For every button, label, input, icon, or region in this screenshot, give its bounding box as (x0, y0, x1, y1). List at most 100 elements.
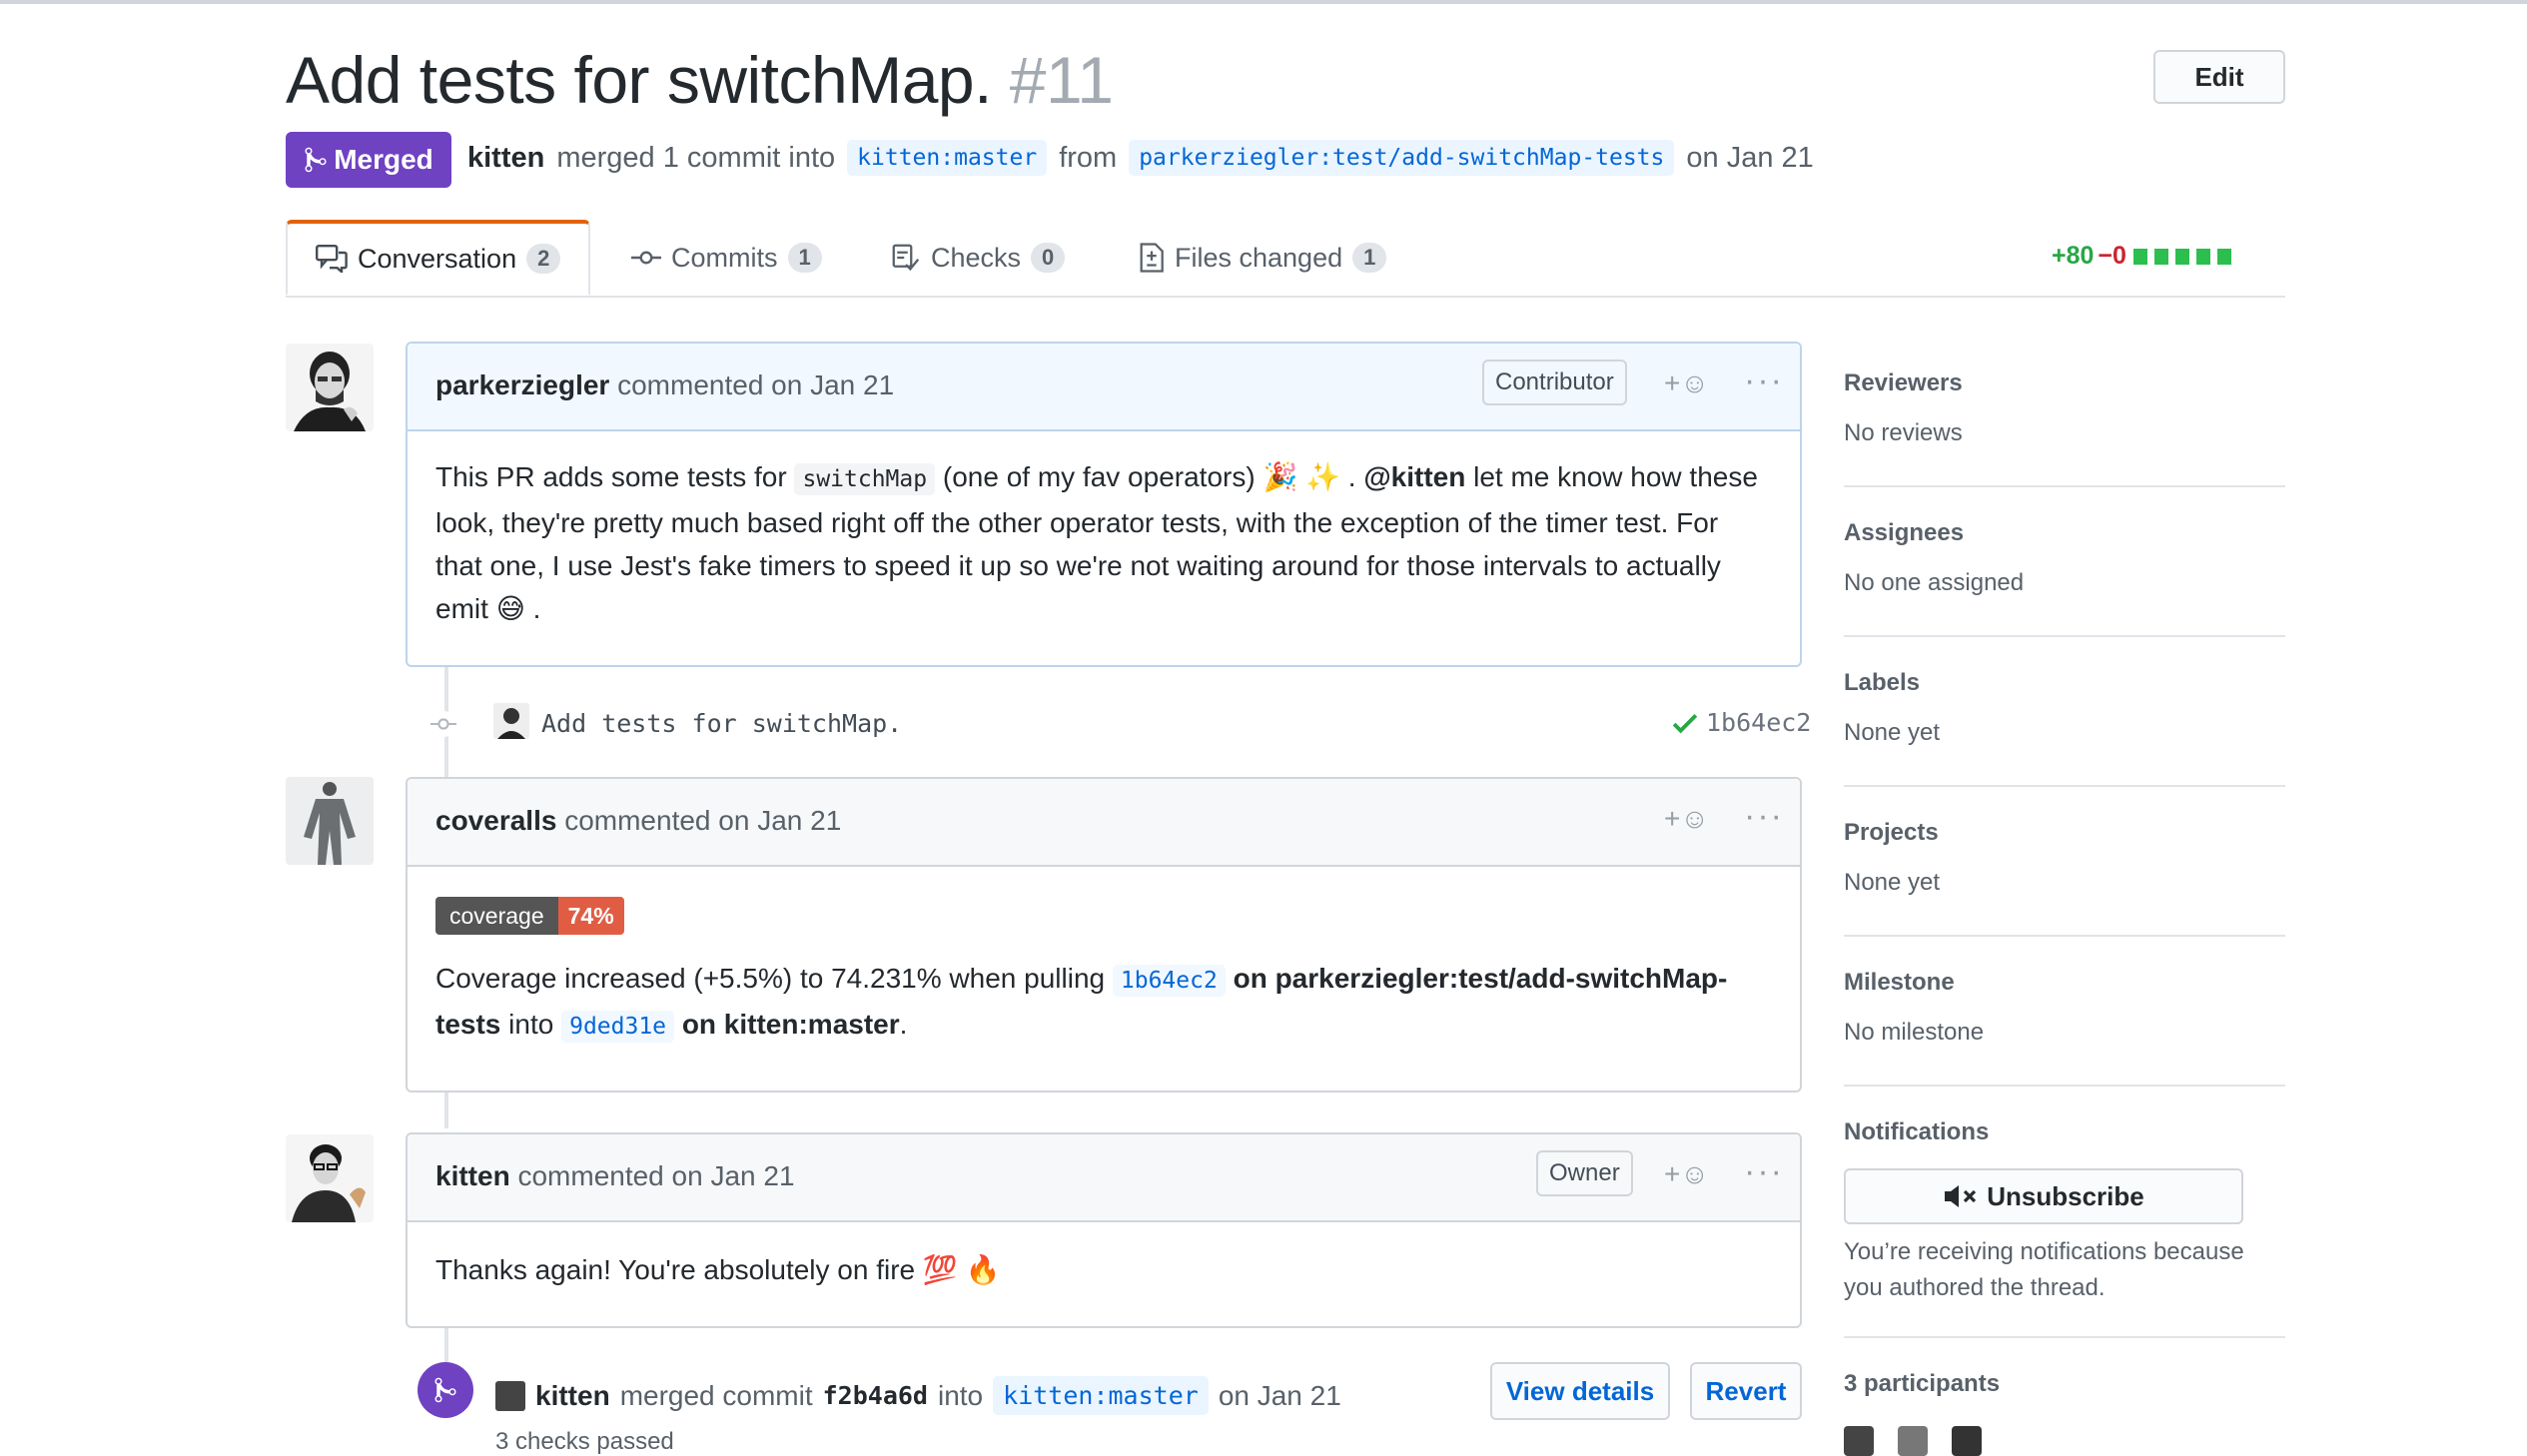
add-reaction-icon[interactable]: +☺ (1664, 367, 1709, 399)
commit-message[interactable]: Add tests for switchMap. (541, 709, 902, 738)
commit-sha-link[interactable]: 1b64ec2 (1112, 965, 1226, 997)
avatar[interactable] (286, 777, 374, 865)
avatar[interactable] (286, 1134, 374, 1222)
deletions-count: −0 (2098, 242, 2126, 270)
revert-button[interactable]: Revert (1690, 1362, 1802, 1420)
avatar[interactable] (495, 1380, 525, 1411)
comment-time[interactable]: commented on Jan 21 (617, 369, 894, 400)
user-mention[interactable]: @kitten (1363, 461, 1465, 492)
commit-sha-link[interactable]: 9ded31e (561, 1011, 675, 1043)
sidebar-heading[interactable]: Milestone (1844, 969, 2285, 997)
comment-header: kitten commented on Jan 21 Owner +☺ ··· (408, 1134, 1800, 1222)
add-reaction-icon[interactable]: +☺ (1664, 803, 1709, 835)
commit-author-avatar[interactable] (493, 703, 529, 739)
pr-title-text: Add tests for switchMap. (286, 43, 992, 117)
commit-icon (430, 718, 456, 730)
merge-author[interactable]: kitten (535, 1380, 610, 1412)
divider (1844, 1336, 2285, 1338)
merge-event-text: kitten merged commit f2b4a6d into kitten… (495, 1376, 1341, 1415)
more-options-icon[interactable]: ··· (1744, 1152, 1784, 1191)
coverage-badge-value: 74% (557, 897, 624, 935)
divider (1844, 935, 2285, 937)
view-details-button[interactable]: View details (1490, 1362, 1670, 1420)
more-options-icon[interactable]: ··· (1744, 797, 1784, 836)
avatar-coveralls-image (286, 777, 374, 865)
sidebar-participants: 3 participants (1844, 1370, 2285, 1398)
comment-body: Thanks again! You're absolutely on fire … (408, 1222, 1800, 1315)
more-options-icon[interactable]: ··· (1744, 362, 1784, 400)
coverage-badge[interactable]: coverage 74% (435, 897, 624, 935)
sidebar-labels: Labels None yet (1844, 669, 2285, 747)
participant-avatar[interactable] (1898, 1426, 1928, 1456)
avatar[interactable] (286, 344, 374, 431)
comment-body: This PR adds some tests for switchMap (o… (408, 431, 1800, 654)
page-title: Add tests for switchMap. #11 (286, 42, 1114, 118)
divider (1844, 635, 2285, 637)
comment-author[interactable]: parkerziegler (435, 369, 609, 400)
sidebar-heading[interactable]: Assignees (1844, 519, 2285, 547)
divider (1844, 785, 2285, 787)
tab-commits[interactable]: Commits 1 (631, 220, 822, 296)
merge-into: into (937, 1379, 984, 1411)
commit-icon (631, 251, 661, 265)
pr-number: #11 (1009, 43, 1114, 117)
comment-author[interactable]: kitten (435, 1160, 510, 1191)
sidebar-heading[interactable]: Reviewers (1844, 369, 2285, 397)
merge-branch[interactable]: kitten:master (993, 1376, 1209, 1415)
diffstat-block (2174, 248, 2189, 265)
comment-card: kitten commented on Jan 21 Owner +☺ ··· … (406, 1132, 1802, 1328)
role-badge: Owner (1536, 1150, 1633, 1196)
divider (1844, 1085, 2285, 1087)
unsubscribe-button[interactable]: Unsubscribe (1844, 1168, 2243, 1224)
timeline-line (444, 1091, 448, 1128)
add-reaction-icon[interactable]: +☺ (1664, 1158, 1709, 1190)
comment-header: coveralls commented on Jan 21 +☺ ··· (408, 779, 1800, 867)
coverage-badge-label: coverage (435, 897, 558, 935)
tab-conversation[interactable]: Conversation 2 (286, 220, 591, 296)
tab-counter: 1 (787, 243, 822, 273)
tab-label: Commits (671, 242, 778, 273)
sidebar-assignees: Assignees No one assigned (1844, 519, 2285, 597)
comment-meta: parkerziegler commented on Jan 21 (435, 369, 894, 401)
edit-button[interactable]: Edit (2153, 50, 2285, 104)
participant-avatar[interactable] (1844, 1426, 1874, 1456)
comment-time[interactable]: commented on Jan 21 (517, 1160, 794, 1191)
pr-author-link[interactable]: kitten (467, 142, 544, 175)
coverage-text: Coverage increased (+5.5%) to 74.231% wh… (435, 957, 1772, 1049)
comment-text: (one of my fav operators) (942, 461, 1256, 492)
head-branch[interactable]: parkerziegler:test/add-switchMap-tests (1129, 140, 1675, 176)
sidebar-value: No milestone (1844, 1019, 1985, 1046)
base-branch[interactable]: kitten:master (847, 140, 1048, 176)
checklist-icon (892, 244, 920, 272)
sidebar-heading[interactable]: Labels (1844, 669, 2285, 697)
unsubscribe-label: Unsubscribe (1987, 1180, 2144, 1211)
commit-sha[interactable]: 1b64ec2 (1706, 708, 1811, 737)
diffstat-block (2216, 248, 2231, 265)
sidebar-heading: Notifications (1844, 1118, 1990, 1145)
git-merge-icon (434, 1377, 456, 1403)
sidebar-notifications: Notifications (1844, 1118, 2285, 1146)
status-label: Merged (334, 144, 433, 175)
tab-bar: Conversation 2 Commits 1 Checks 0 Files … (286, 220, 2285, 298)
comment-text: Coverage increased (+5.5%) to 74.231% wh… (435, 963, 1106, 994)
commit-node (430, 711, 456, 737)
participant-avatar[interactable] (1952, 1426, 1982, 1456)
tab-label: Checks (931, 242, 1022, 273)
pr-action: merged 1 commit into (556, 141, 836, 174)
comment-time[interactable]: commented on Jan 21 (564, 805, 841, 836)
comment-text: This PR adds some tests for (435, 461, 787, 492)
inline-code: switchMap (794, 463, 936, 495)
additions-count: +80 (2052, 242, 2095, 270)
merge-commit-sha[interactable]: f2b4a6d (823, 1381, 928, 1410)
tab-checks[interactable]: Checks 0 (891, 220, 1066, 296)
pr-meta: kitten merged 1 commit into kitten:maste… (467, 140, 1814, 176)
tab-files-changed[interactable]: Files changed 1 (1139, 220, 1387, 296)
comment-text: Thanks again! You're absolutely on fire (435, 1254, 916, 1285)
tab-counter: 2 (526, 244, 561, 274)
comment-author[interactable]: coveralls (435, 805, 556, 836)
sidebar-heading[interactable]: Projects (1844, 819, 2285, 847)
git-merge-icon (305, 147, 327, 173)
status-badge: Merged (286, 132, 451, 188)
sidebar-reviewers: Reviewers No reviews (1844, 369, 2285, 447)
comment-card: coveralls commented on Jan 21 +☺ ··· cov… (406, 777, 1802, 1092)
